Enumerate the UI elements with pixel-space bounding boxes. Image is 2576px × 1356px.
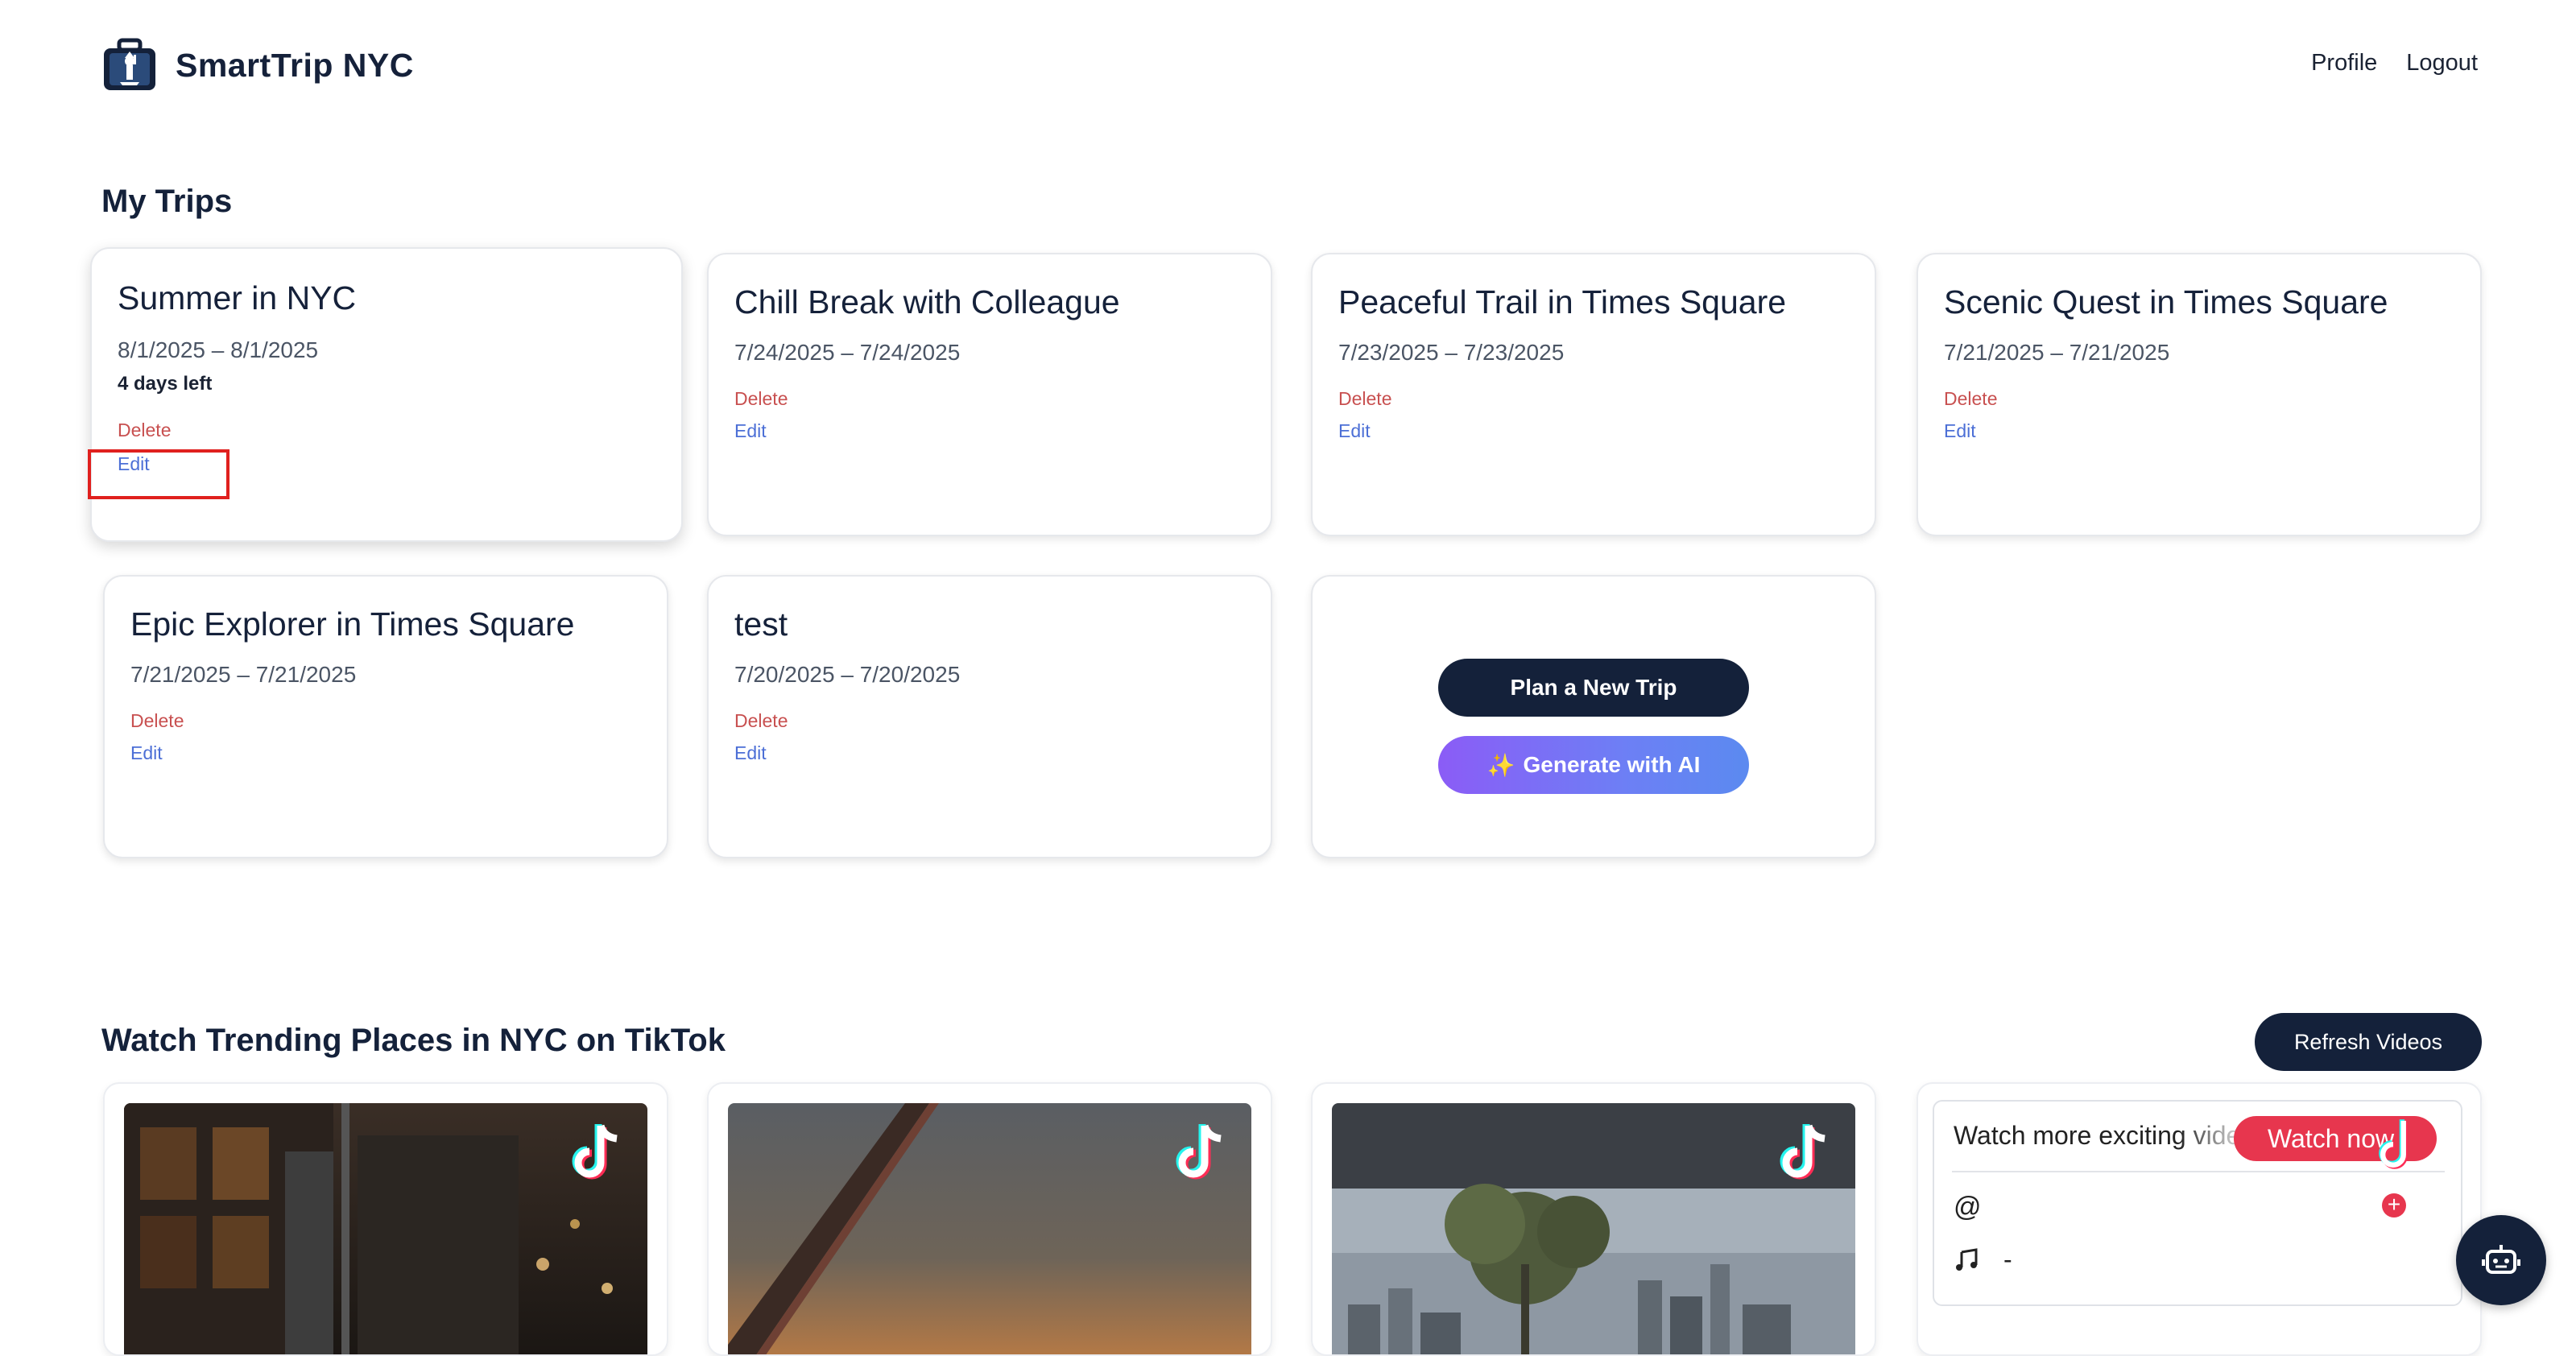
edit-trip-link[interactable]: Edit [1944, 420, 1976, 442]
trip-dates: 8/1/2025 – 8/1/2025 [118, 337, 319, 362]
tiktok-icon [1780, 1124, 1826, 1180]
chatbot-button[interactable] [2456, 1215, 2546, 1305]
delete-trip-link[interactable]: Delete [1944, 388, 1997, 410]
trip-dates: 7/21/2025 – 7/21/2025 [1944, 340, 2170, 365]
tiktok-video-card[interactable] [1311, 1082, 1876, 1356]
tiktok-icon [1176, 1124, 1222, 1180]
trip-title: Summer in NYC [118, 279, 357, 316]
delete-trip-link[interactable]: Delete [118, 420, 171, 441]
brand-name: SmartTrip NYC [176, 46, 414, 84]
tiktok-embed-card[interactable]: Watch more exciting videos Watch now @ +… [1933, 1100, 2462, 1306]
trip-card[interactable]: Scenic Quest in Times Square 7/21/2025 –… [1916, 253, 2482, 536]
video-thumbnail[interactable] [728, 1103, 1251, 1354]
embed-promo-text: Watch more exciting videos [1954, 1121, 2251, 1151]
days-left-label: 4 days left [118, 373, 213, 395]
trip-dates: 7/24/2025 – 7/24/2025 [734, 340, 961, 365]
trip-title: Chill Break with Colleague [734, 283, 1120, 320]
edit-trip-link[interactable]: Edit [1338, 420, 1371, 442]
music-note-icon [1956, 1247, 1978, 1271]
robot-icon [2482, 1245, 2520, 1274]
new-trip-card: Plan a New Trip ✨ Generate with AI [1311, 575, 1876, 858]
embed-username[interactable]: @ [1954, 1192, 1982, 1223]
music-title: - [2003, 1245, 2012, 1274]
edit-trip-link[interactable]: Edit [734, 742, 767, 764]
header: SmartTrip NYC Profile Logout [0, 0, 2576, 137]
generate-with-ai-label: Generate with AI [1523, 752, 1701, 777]
trip-dates: 7/21/2025 – 7/21/2025 [130, 662, 357, 687]
trip-title: test [734, 606, 788, 643]
logout-link[interactable]: Logout [2406, 50, 2478, 76]
trip-dates: 7/20/2025 – 7/20/2025 [734, 662, 961, 687]
suitcase-liberty-icon [104, 38, 155, 90]
trip-card[interactable]: Epic Explorer in Times Square 7/21/2025 … [103, 575, 668, 858]
delete-trip-link[interactable]: Delete [734, 710, 788, 732]
tiktok-icon [572, 1124, 618, 1180]
trip-dates: 7/23/2025 – 7/23/2025 [1338, 340, 1565, 365]
highlight-box [88, 449, 229, 499]
trip-card[interactable]: test 7/20/2025 – 7/20/2025 Delete Edit [707, 575, 1272, 858]
tiktok-section-title: Watch Trending Places in NYC on TikTok [101, 1023, 726, 1058]
trip-title: Scenic Quest in Times Square [1944, 283, 2388, 320]
trip-title: Peaceful Trail in Times Square [1338, 283, 1787, 320]
my-trips-title: My Trips [101, 184, 233, 219]
trip-card[interactable]: Peaceful Trail in Times Square 7/23/2025… [1311, 253, 1876, 536]
video-thumbnail[interactable] [124, 1103, 647, 1354]
edit-trip-link[interactable]: Edit [130, 742, 163, 764]
tiktok-video-card[interactable] [103, 1082, 668, 1356]
embed-music-row: - [1954, 1245, 2012, 1275]
top-nav: Profile Logout [2311, 50, 2478, 76]
delete-trip-link[interactable]: Delete [734, 388, 788, 410]
video-thumbnail[interactable] [1332, 1103, 1855, 1354]
embed-divider [1952, 1171, 2445, 1172]
delete-trip-link[interactable]: Delete [130, 710, 184, 732]
brand[interactable]: SmartTrip NYC [101, 37, 414, 93]
tiktok-icon [2379, 1119, 2408, 1169]
plan-new-trip-button[interactable]: Plan a New Trip [1438, 659, 1749, 717]
follow-plus-icon[interactable]: + [2382, 1193, 2406, 1218]
edit-trip-link[interactable]: Edit [734, 420, 767, 442]
generate-with-ai-button[interactable]: ✨ Generate with AI [1438, 736, 1749, 794]
sparkle-icon: ✨ [1486, 752, 1515, 778]
refresh-videos-button[interactable]: Refresh Videos [2255, 1013, 2482, 1071]
tiktok-video-card[interactable] [707, 1082, 1272, 1356]
trip-card[interactable]: Chill Break with Colleague 7/24/2025 – 7… [707, 253, 1272, 536]
trip-title: Epic Explorer in Times Square [130, 606, 575, 643]
delete-trip-link[interactable]: Delete [1338, 388, 1391, 410]
profile-link[interactable]: Profile [2311, 50, 2377, 76]
